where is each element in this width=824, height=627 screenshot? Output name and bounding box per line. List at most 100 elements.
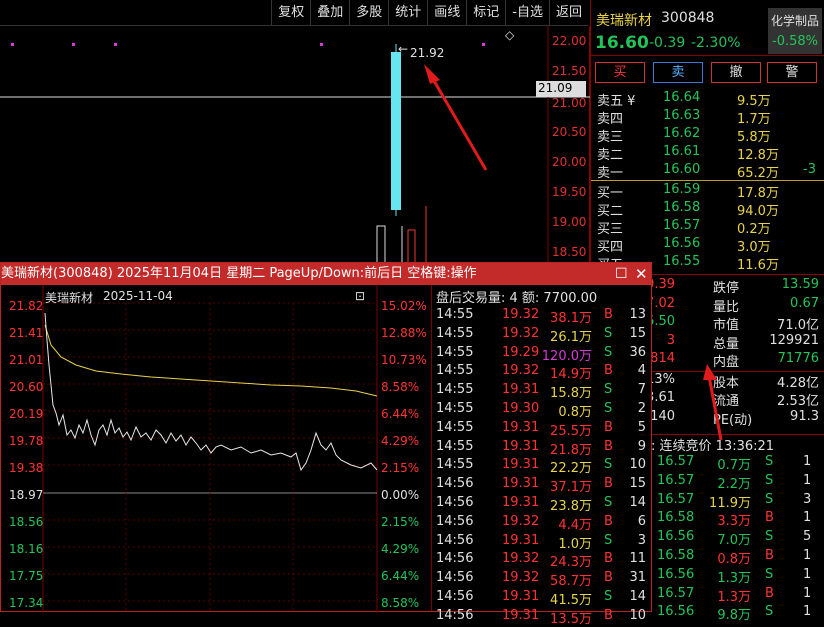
bid-row-1: 买一 16.59 17.8万 — [597, 182, 779, 201]
stock-change-pct: -2.30% — [691, 35, 741, 51]
sell-button[interactable]: 卖 — [653, 62, 703, 83]
settings-icon[interactable]: ⊡ — [355, 289, 365, 303]
kline-chart[interactable]: ← 21.92 ◇ 22.00 21.50 21.09 21.00 20.50 … — [0, 26, 590, 266]
maximize-icon[interactable]: ☐ — [615, 263, 628, 285]
alert-button[interactable]: 警 — [767, 62, 817, 83]
pct-axis-label: 15.02% — [381, 299, 427, 313]
trade-row: 16.56 9.8万 S 1 — [657, 604, 812, 624]
stock-header: 美瑞新材 300848 16.60 -0.39 -2.30% 化学制品 -0.5… — [591, 0, 824, 56]
stock-price: 16.60 — [595, 33, 649, 53]
y-axis-label: 20.00 — [552, 155, 587, 169]
kline-candle — [407, 229, 416, 266]
trade-row: 16.56 1.3万 S 1 — [657, 566, 812, 586]
trade-row: 14:55 19.31 22.2万 S 10 — [436, 457, 646, 477]
chart-toolbar: 复权 叠加 多股 统计 画线 标记 -自选 返回 — [0, 0, 588, 26]
trade-row: 14:56 19.31 41.5万 S 14 — [436, 589, 646, 608]
intraday-chart[interactable] — [1, 285, 431, 613]
popup-trades-list[interactable]: 14:55 19.32 38.1万 B 13 14:55 19.32 26.1万 S 15 14:5… — [432, 305, 652, 627]
pct-axis-label: 6.44% — [381, 407, 420, 421]
trade-row: 14:55 19.31 15.8万 S 7 — [436, 382, 646, 402]
trade-row: 14:55 19.32 26.1万 S 15 — [436, 325, 646, 345]
trade-row: 14:56 19.31 13.5万 B 10 — [436, 607, 646, 627]
pct-axis-label: 8.58% — [381, 596, 420, 610]
pct-axis-label: 10.73% — [381, 353, 427, 367]
y-axis-label: 18.50 — [552, 245, 587, 259]
price-axis-label: 21.41 — [9, 326, 44, 340]
close-icon[interactable]: ✕ — [635, 263, 648, 285]
trade-row: 14:55 19.31 25.5万 B 5 — [436, 419, 646, 439]
toolbar-button-mark[interactable]: 标记 — [466, 0, 505, 26]
price-axis-label: 20.19 — [9, 407, 44, 421]
peak-label: 21.92 — [410, 46, 445, 60]
bid-row-2: 买二 16.58 94.0万 — [597, 200, 779, 219]
after-hours-summary: 盘后交易量: 4 额: 7700.00 — [436, 291, 598, 306]
pct-axis-label: 12.88% — [381, 326, 427, 340]
diamond-icon[interactable]: ◇ — [505, 28, 514, 42]
stock-code: 300848 — [661, 10, 715, 26]
price-axis-label: 21.01 — [9, 353, 44, 367]
ask-row-4: 卖四 16.63 1.7万 — [597, 108, 771, 127]
trade-row: 14:55 19.32 38.1万 B 13 — [436, 307, 646, 326]
peak-arrow: ← — [398, 42, 409, 56]
sector-box[interactable]: 化学制品 -0.58% — [768, 8, 822, 54]
current-price-tag: 21.09 — [536, 81, 586, 97]
toolbar-button-draw[interactable]: 画线 — [427, 0, 466, 26]
ask-row-5: 卖五 ¥16.64 9.5万 — [597, 90, 771, 109]
sector-change: -0.58% — [772, 34, 818, 49]
trade-row: 16.58 3.3万 B 1 — [657, 510, 812, 530]
trade-row: 16.57 11.9万 S 3 — [657, 491, 812, 511]
toolbar-button-multi-stock[interactable]: 多股 — [349, 0, 388, 26]
trade-row: 14:55 19.30 0.8万 S 2 — [436, 401, 646, 420]
popup-trades-panel[interactable]: 盘后交易量: 4 额: 7700.00 14:55 19.32 38.1万 B 13 14… — [431, 285, 652, 627]
sector-name: 化学制品 — [770, 14, 819, 28]
kline-candle — [376, 225, 386, 266]
trade-row: 14:55 19.32 14.9万 B 4 — [436, 363, 646, 383]
kline-svg — [0, 26, 590, 266]
pct-axis-label: 0.00% — [381, 488, 420, 502]
trade-row: 14:56 19.32 24.3万 B 11 — [436, 551, 646, 571]
trade-row: 14:56 19.32 4.4万 B 6 — [436, 513, 646, 533]
trade-row: 16.57 1.3万 B 1 — [657, 585, 812, 605]
chart-stock-name: 美瑞新材 — [45, 291, 94, 305]
toolbar-button-back[interactable]: 返回 — [548, 0, 588, 26]
right-trades-list[interactable]: 16.57 0.7万 S 1 16.57 2.2万 S 1 16.57 11.9万 S 3 16.… — [653, 454, 824, 623]
trade-row: 14:56 19.31 37.1万 B 15 — [436, 476, 646, 496]
chart-date: 2025-11-04 — [103, 289, 173, 303]
trade-row: 16.56 7.0万 S 5 — [657, 529, 812, 549]
toolbar-button-remove-watchlist[interactable]: -自选 — [505, 0, 549, 26]
popup-title-bar[interactable]: 美瑞新材(300848) 2025年11月04日 星期二 PageUp/Down… — [1, 263, 651, 285]
pct-axis-label: 6.44% — [381, 569, 420, 583]
ask-row-3: 卖三 16.62 5.8万 — [597, 126, 771, 145]
price-axis-label: 21.82 — [9, 299, 44, 313]
toolbar-button-fuquan[interactable]: 复权 — [271, 0, 310, 26]
y-axis-label: 19.50 — [552, 185, 587, 199]
buy-button[interactable]: 买 — [595, 62, 645, 83]
intraday-popup-window[interactable]: 美瑞新材(300848) 2025年11月04日 星期二 PageUp/Down… — [0, 262, 652, 627]
trade-row: 16.57 0.7万 S 1 — [657, 454, 812, 473]
trade-row: 14:56 19.31 23.8万 S 14 — [436, 495, 646, 514]
y-axis-label: 19.00 — [552, 215, 587, 229]
trade-row: 14:56 19.32 58.7万 B 31 — [436, 570, 646, 590]
price-axis-label: 17.34 — [9, 596, 44, 610]
cancel-order-button[interactable]: 撤 — [711, 62, 761, 83]
price-line — [44, 312, 378, 472]
toolbar-button-overlay[interactable]: 叠加 — [310, 0, 349, 26]
price-axis-label: 20.60 — [9, 380, 44, 394]
bid-row-4: 买四 16.56 3.0万 — [597, 236, 771, 255]
toolbar-button-stats[interactable]: 统计 — [388, 0, 427, 26]
pct-axis-label: 8.58% — [381, 380, 420, 394]
popup-title: 美瑞新材(300848) 2025年11月04日 星期二 PageUp/Down… — [1, 266, 477, 281]
bid-row-3: 买三 16.57 0.2万 — [597, 218, 771, 237]
red-arrow — [428, 73, 488, 171]
y-axis-label: 21.00 — [552, 96, 587, 110]
trade-row: 14:55 19.31 21.8万 B 9 — [436, 438, 646, 458]
trade-row: 16.58 0.8万 B 1 — [657, 548, 812, 567]
trade-row: 16.57 2.2万 S 1 — [657, 472, 812, 492]
price-axis-label: 18.97 — [9, 488, 44, 502]
price-axis-label: 18.56 — [9, 515, 44, 529]
y-axis-label: 21.50 — [552, 64, 587, 78]
y-axis-label: 22.00 — [552, 34, 587, 48]
pct-axis-label: 2.15% — [381, 515, 420, 529]
price-axis-label: 19.38 — [9, 461, 44, 475]
pct-axis-label: 4.29% — [381, 542, 420, 556]
